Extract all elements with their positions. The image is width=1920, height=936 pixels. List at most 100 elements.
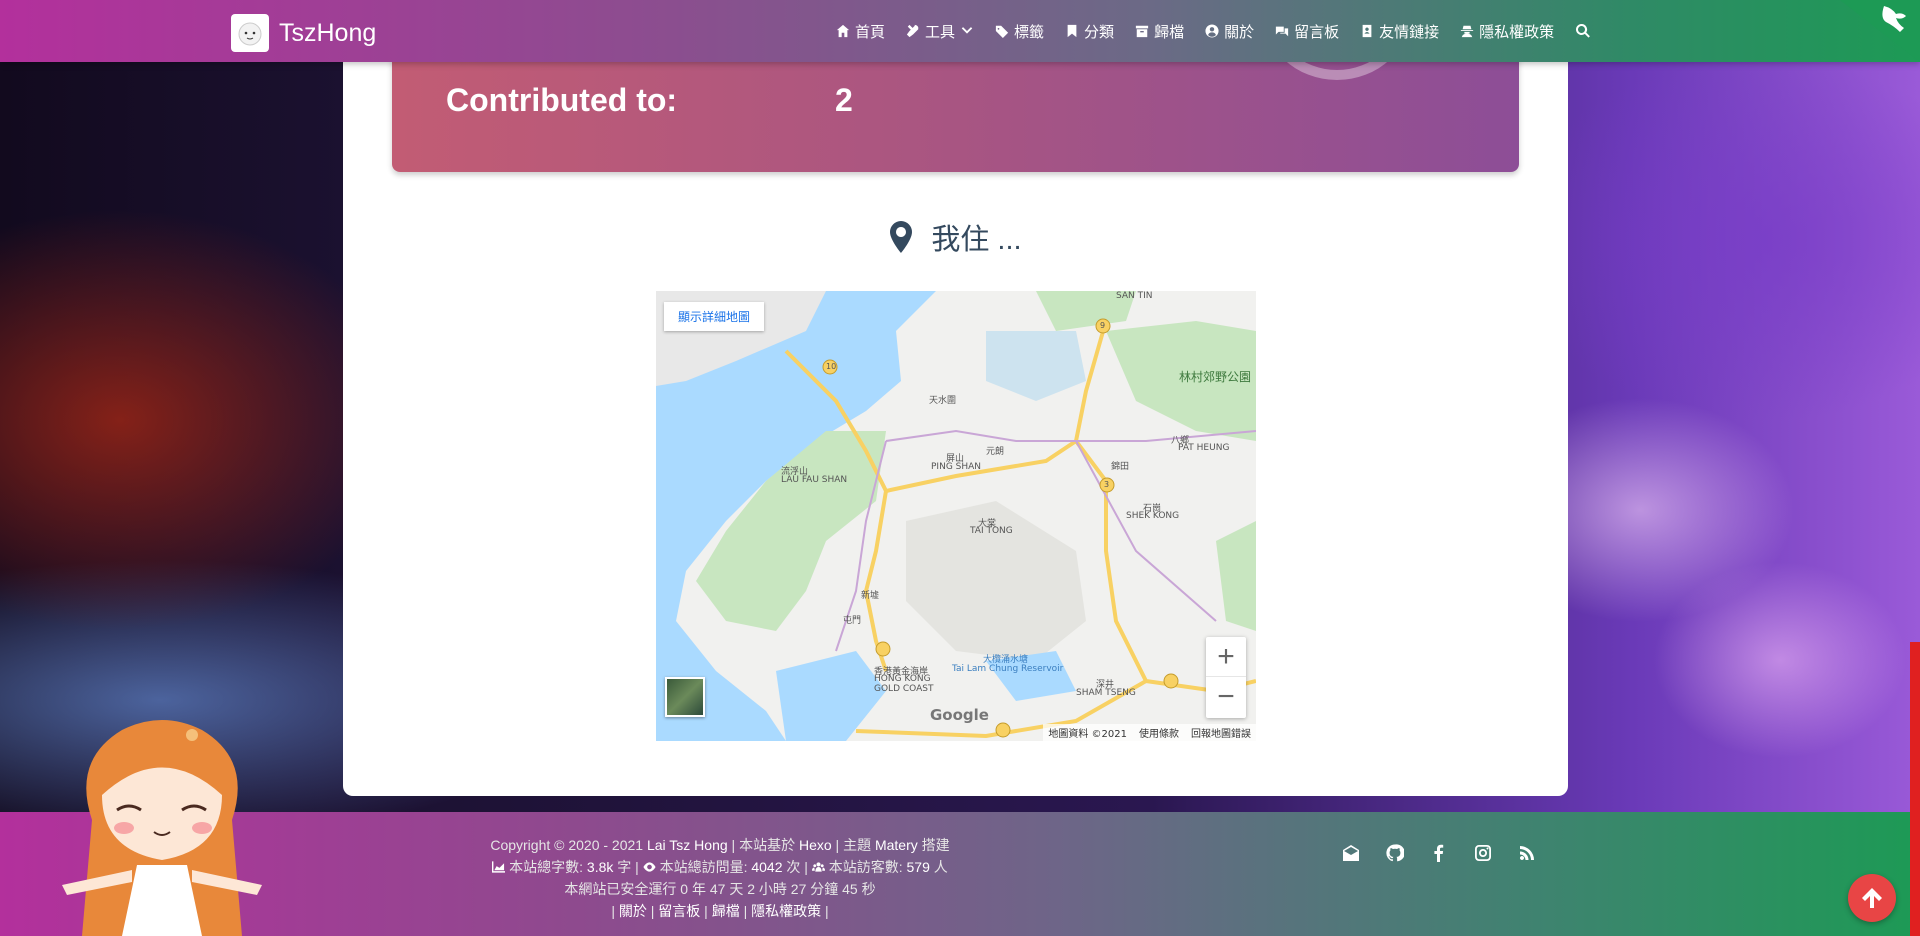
map-label-tai-tong: TAI TONG <box>970 526 1013 536</box>
eye-icon <box>643 862 656 872</box>
nav-home[interactable]: 首頁 <box>836 21 885 42</box>
brand-link[interactable]: TszHong <box>231 14 376 52</box>
social-links <box>1340 842 1538 864</box>
nav-home-label: 首頁 <box>855 23 886 41</box>
footer-link-archive[interactable]: 歸檔 <box>712 903 740 919</box>
top-navbar: TszHong 首頁 工具 標籤 分類 歸檔 關於 留言板 友情鏈接 隱私權政策 <box>0 0 1920 62</box>
github-corner-icon[interactable] <box>1840 0 1920 62</box>
map-label-tai-lam: Tai Lam Chung Reservoir <box>952 664 1064 674</box>
visits-label: 本站總訪問量: <box>659 859 748 875</box>
map-label-ping-shan: PING SHAN <box>931 462 982 472</box>
zoom-out-button[interactable]: − <box>1206 677 1246 717</box>
nav-privacy[interactable]: 隱私權政策 <box>1460 21 1554 42</box>
footer-links: | 關於 | 留言板 | 歸檔 | 隱私權政策 | <box>611 903 829 919</box>
nav-about-label: 關於 <box>1224 23 1255 41</box>
nav-categories[interactable]: 分類 <box>1065 21 1114 42</box>
home-icon <box>836 24 850 38</box>
map-label-gold-coast: HONG KONG GOLD COAST <box>874 674 934 694</box>
visits-unit: 次 | <box>786 859 808 875</box>
footer-info: Copyright © 2020 - 2021 Lai Tsz Hong | 本… <box>420 834 1020 922</box>
report-error-link[interactable]: 回報地圖錯誤 <box>1191 725 1251 740</box>
chevron-down-icon <box>961 27 973 34</box>
zoom-controls: + − <box>1206 637 1246 718</box>
nav-categories-label: 分類 <box>1084 23 1115 41</box>
theme-text: | 主題 <box>835 837 872 853</box>
visitors-value: 579 <box>906 859 930 875</box>
terms-link[interactable]: 使用條款 <box>1139 725 1179 740</box>
bookmark-icon <box>1067 24 1077 38</box>
map-label-san-tin: SAN TIN <box>1116 291 1153 301</box>
tags-icon <box>995 25 1009 38</box>
map-data-credit: 地圖資料 ©2021 <box>1048 729 1127 740</box>
contributed-label: Contributed to: <box>446 82 678 118</box>
based-on-text: | 本站基於 <box>731 837 796 853</box>
nav-archive-label: 歸檔 <box>1154 23 1185 41</box>
facebook-link[interactable] <box>1428 842 1450 864</box>
archive-icon <box>1135 25 1149 38</box>
comments-icon <box>1275 26 1289 37</box>
google-logo: Google <box>930 706 989 724</box>
nav-friends-label: 友情鏈接 <box>1379 23 1440 41</box>
word-count-unit: 字 | <box>617 859 639 875</box>
hexo-link[interactable]: Hexo <box>799 837 832 853</box>
search-icon <box>1576 23 1591 38</box>
scroll-indicator <box>1910 642 1920 936</box>
nav-guestbook-label: 留言板 <box>1294 23 1340 41</box>
footer-link-about[interactable]: 關於 <box>619 903 647 919</box>
nav-tools-label: 工具 <box>925 23 956 41</box>
nav-about[interactable]: 關於 <box>1205 21 1254 42</box>
footer-link-privacy[interactable]: 隱私權政策 <box>751 903 821 919</box>
site-footer: Copyright © 2020 - 2021 Lai Tsz Hong | 本… <box>0 812 1920 936</box>
road-3-label: 3 <box>1104 480 1110 489</box>
road-10-label: 10 <box>826 362 837 371</box>
nav-archive[interactable]: 歸檔 <box>1135 21 1184 42</box>
location-title: 我住 ... <box>931 224 1022 256</box>
map-label-kam-tin: 錦田 <box>1111 462 1130 472</box>
satellite-toggle[interactable] <box>665 677 705 717</box>
brand-name: TszHong <box>279 18 377 47</box>
visitors-label: 本站訪客數: <box>828 859 903 875</box>
map-label-lam-tsuen: 林村郊野公園 <box>1179 370 1252 384</box>
contributed-value: 2 <box>835 82 853 118</box>
facebook-icon <box>1434 844 1444 862</box>
instagram-link[interactable] <box>1472 842 1494 864</box>
footer-link-guestbook[interactable]: 留言板 <box>658 903 700 919</box>
google-map[interactable]: 10 9 3 SAN TIN 林村郊野公園 天水圍 屏山 PING SHAN 元… <box>656 291 1256 741</box>
area-chart-icon <box>492 861 506 873</box>
map-label-yuen-long: 元朗 <box>986 447 1005 457</box>
brand-logo <box>231 14 269 52</box>
user-circle-icon <box>1205 24 1219 38</box>
copyright-text: Copyright © 2020 - 2021 <box>490 837 644 853</box>
location-heading: 我住 ... <box>343 216 1568 258</box>
zoom-in-button[interactable]: + <box>1206 637 1246 677</box>
email-link[interactable] <box>1340 842 1362 864</box>
copyright-line: Copyright © 2020 - 2021 Lai Tsz Hong | 本… <box>420 834 1020 856</box>
theme-link[interactable]: Matery <box>875 837 918 853</box>
nav-tags[interactable]: 標籤 <box>995 21 1044 42</box>
uptime-line: 本網站已安全運行 0 年 47 天 2 小時 27 分鐘 45 秒 <box>564 881 876 897</box>
word-count-label: 本站總字數: <box>509 859 584 875</box>
word-count-value: 3.8k <box>586 859 614 875</box>
view-larger-map-link[interactable]: 顯示詳細地圖 <box>664 302 765 331</box>
built-text: 搭建 <box>921 837 950 853</box>
rss-link[interactable] <box>1516 842 1538 864</box>
nav-friends[interactable]: 友情鏈接 <box>1360 21 1439 42</box>
address-book-icon <box>1362 24 1372 38</box>
rss-icon <box>1519 846 1534 860</box>
github-link[interactable] <box>1384 842 1406 864</box>
map-label-tuen-mun: 屯門 <box>843 616 862 626</box>
main-nav: 首頁 工具 標籤 分類 歸檔 關於 留言板 友情鏈接 隱私權政策 <box>836 0 1591 62</box>
nav-privacy-label: 隱私權政策 <box>1479 23 1555 41</box>
map-label-lau-fau-shan: LAU FAU SHAN <box>781 475 848 485</box>
road-9-label: 9 <box>1100 321 1106 330</box>
envelope-open-icon <box>1343 845 1359 861</box>
tools-icon <box>906 24 919 38</box>
nav-guestbook[interactable]: 留言板 <box>1275 21 1339 42</box>
back-to-top-button[interactable] <box>1848 874 1896 922</box>
author-link[interactable]: Lai Tsz Hong <box>647 837 728 853</box>
users-icon <box>811 862 825 872</box>
nav-tools[interactable]: 工具 <box>906 21 974 42</box>
user-secret-icon <box>1461 25 1474 38</box>
search-button[interactable] <box>1575 23 1591 39</box>
map-attribution: 地圖資料 ©2021 使用條款 回報地圖錯誤 <box>1043 724 1256 741</box>
